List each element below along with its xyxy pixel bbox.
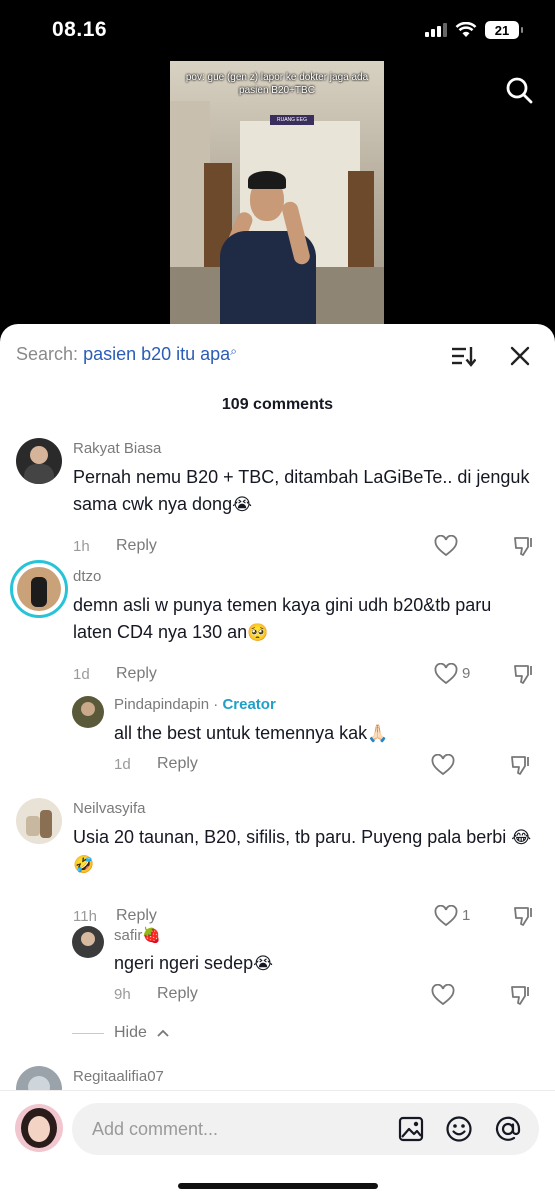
search-icon[interactable] xyxy=(505,76,533,104)
avatar[interactable] xyxy=(72,696,104,728)
comment-body: Pernah nemu B20 + TBC, ditambah LaGiBeTe… xyxy=(73,467,530,514)
signal-icon xyxy=(425,23,447,37)
comment-username: safir🍓 xyxy=(114,926,161,944)
heart-icon[interactable] xyxy=(431,754,455,776)
badge-separator: · xyxy=(213,696,219,713)
status-icons: 21 xyxy=(425,21,523,39)
search-prefix: Search: xyxy=(16,344,79,364)
reply-button[interactable]: Reply xyxy=(116,907,157,925)
dislike-icon[interactable] xyxy=(512,535,536,557)
reply-username[interactable]: Pindapindapin xyxy=(114,696,209,713)
comment-username[interactable]: dtzo xyxy=(73,568,101,585)
emoji-icon[interactable] xyxy=(445,1115,473,1143)
comment-input[interactable] xyxy=(92,1103,382,1155)
comment-emoji: 😭 xyxy=(232,495,252,514)
dislike-icon[interactable] xyxy=(509,984,533,1006)
chevron-up-icon xyxy=(157,1029,169,1037)
reply-button[interactable]: Reply xyxy=(116,537,157,555)
reply-button[interactable]: Reply xyxy=(157,985,198,1003)
reply-username[interactable]: safir xyxy=(114,927,142,944)
search-icon: ⌕ xyxy=(230,344,237,358)
hide-replies[interactable]: Hide xyxy=(72,1024,169,1042)
comment-username[interactable]: Rakyat Biasa xyxy=(73,440,161,457)
search-suggestion[interactable]: Search: pasien b20 itu apa⌕ xyxy=(16,344,237,365)
video-person-hair xyxy=(248,171,286,189)
video-sign: RUANG EEG xyxy=(270,115,314,125)
wifi-icon xyxy=(455,22,477,37)
comment-input-container[interactable] xyxy=(72,1103,539,1155)
image-icon[interactable] xyxy=(397,1115,425,1143)
comment-time: 1d xyxy=(114,756,131,773)
heart-icon[interactable] xyxy=(434,905,458,927)
comment-body: Usia 20 taunan, B20, sifilis, tb paru. P… xyxy=(73,827,507,847)
heart-icon[interactable] xyxy=(431,984,455,1006)
comment-username[interactable]: Regitaalifia07 xyxy=(73,1068,164,1085)
close-icon[interactable] xyxy=(509,345,531,367)
dislike-icon[interactable] xyxy=(509,754,533,776)
heart-icon[interactable] xyxy=(434,663,458,685)
avatar[interactable] xyxy=(15,1104,63,1152)
heart-icon[interactable] xyxy=(434,535,458,557)
comment-emoji: 🥺 xyxy=(247,623,269,642)
video-player[interactable]: RUANG EEG pov: gue (gen z) lapor ke dokt… xyxy=(170,61,384,327)
video-caption: pov: gue (gen z) lapor ke dokter jaga ad… xyxy=(185,72,369,96)
comments-sheet: Search: pasien b20 itu apa⌕ 109 comments… xyxy=(0,324,555,1200)
comment-time: 1h xyxy=(73,538,90,555)
reply-button[interactable]: Reply xyxy=(157,755,198,773)
like-count: 9 xyxy=(462,665,471,682)
comment-emoji: 🙏🏻 xyxy=(367,724,389,743)
sort-icon[interactable] xyxy=(450,344,476,368)
status-time: 08.16 xyxy=(52,18,108,41)
mention-icon[interactable] xyxy=(494,1115,522,1143)
status-bar: 08.16 21 xyxy=(0,0,555,60)
comment-text: Usia 20 taunan, B20, sifilis, tb paru. P… xyxy=(73,824,533,878)
like-count: 1 xyxy=(462,907,471,924)
reply-button[interactable]: Reply xyxy=(116,665,157,683)
comment-body: ngeri ngeri sedep xyxy=(114,953,254,973)
divider xyxy=(72,1032,104,1034)
home-indicator[interactable] xyxy=(178,1183,378,1189)
comments-count: 109 comments xyxy=(221,396,334,413)
hide-label[interactable]: Hide xyxy=(114,1024,147,1042)
comment-text: all the best untuk temennya kak🙏🏻 xyxy=(114,720,534,747)
comment-text: demn asli w punya temen kaya gini udh b2… xyxy=(73,592,533,646)
comment-time: 1d xyxy=(73,666,90,683)
dislike-icon[interactable] xyxy=(512,663,536,685)
comment-emoji: 😭 xyxy=(253,954,273,973)
comment-time: 9h xyxy=(114,986,131,1003)
comment-text: Pernah nemu B20 + TBC, ditambah LaGiBeTe… xyxy=(73,464,533,518)
battery-indicator: 21 xyxy=(485,21,523,39)
avatar[interactable] xyxy=(10,560,68,618)
avatar[interactable] xyxy=(72,926,104,958)
dislike-icon[interactable] xyxy=(512,905,536,927)
comment-time: 11h xyxy=(73,908,97,925)
avatar[interactable] xyxy=(16,438,62,484)
creator-badge: Creator xyxy=(222,696,276,713)
search-query[interactable]: pasien b20 itu apa xyxy=(83,344,230,364)
user-emoji: 🍓 xyxy=(142,927,162,944)
comments-header: Search: pasien b20 itu apa⌕ xyxy=(0,324,555,394)
comment-body: all the best untuk temennya kak xyxy=(114,723,368,743)
comment-username[interactable]: Neilvasyifa xyxy=(73,800,146,817)
comment-username: Pindapindapin · Creator xyxy=(114,696,276,713)
comment-text: ngeri ngeri sedep😭 xyxy=(114,950,534,977)
avatar[interactable] xyxy=(16,798,62,844)
comment-body: demn asli w punya temen kaya gini udh b2… xyxy=(73,595,492,642)
